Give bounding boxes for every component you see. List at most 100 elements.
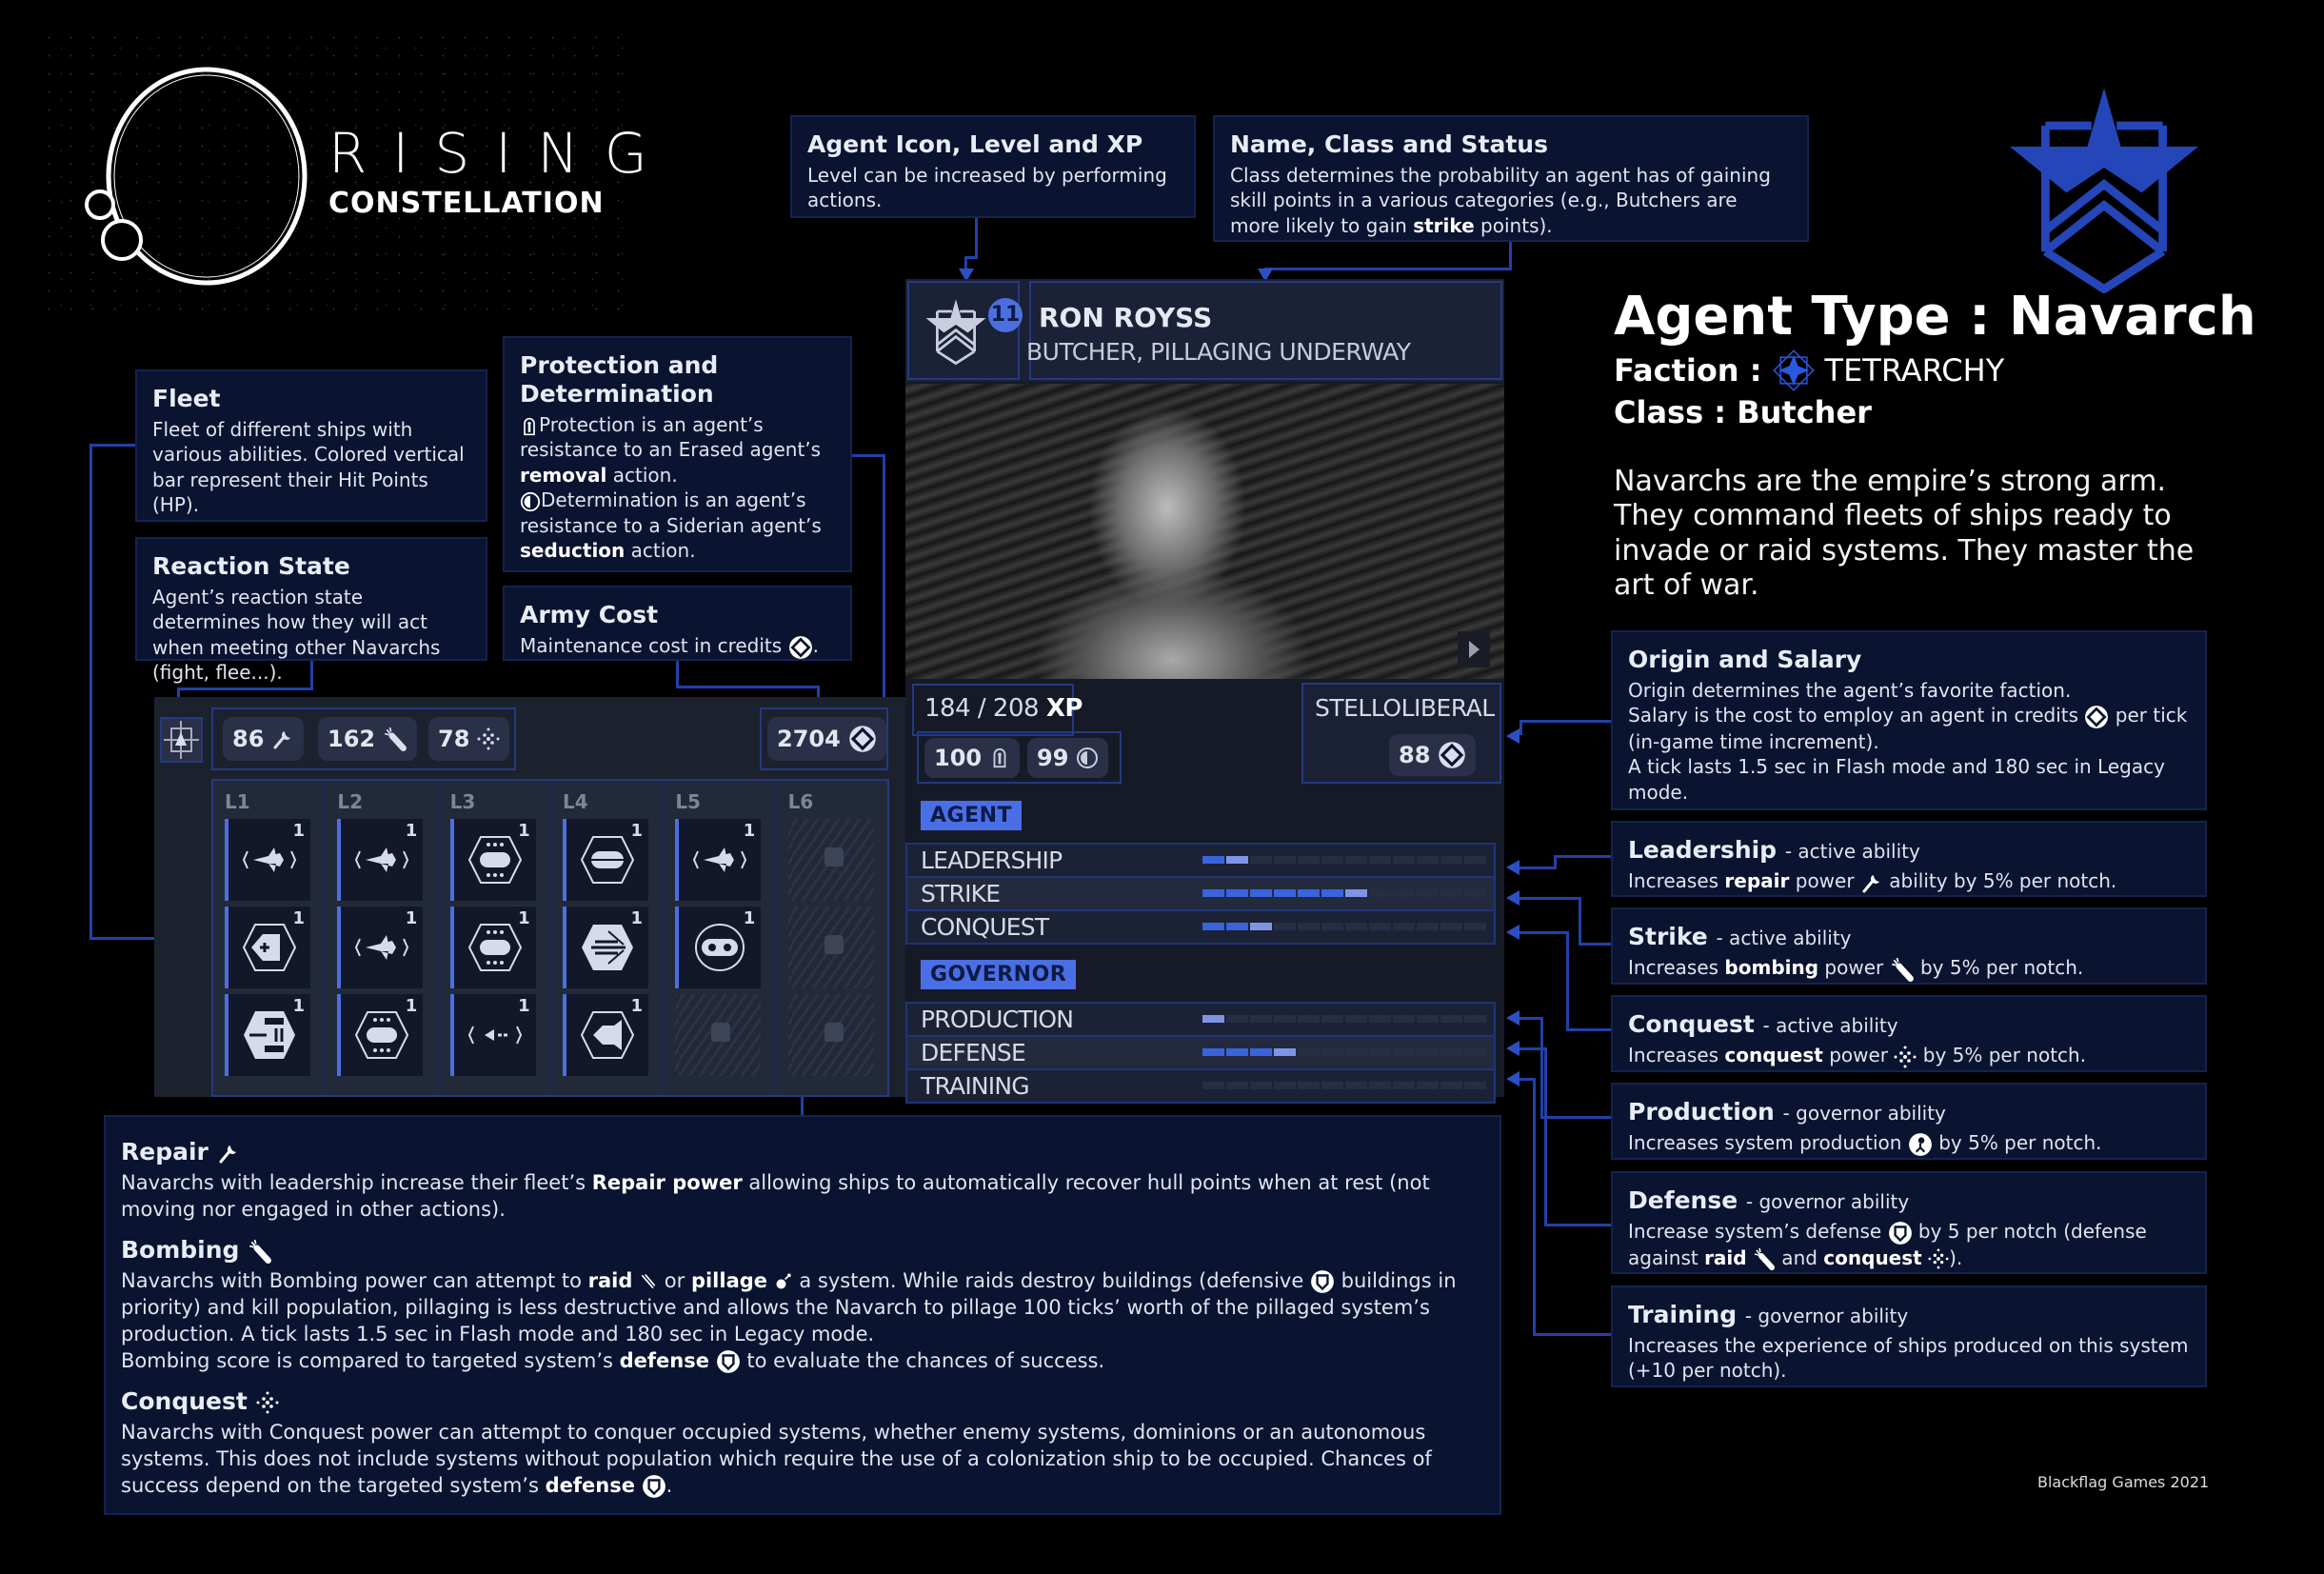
logo-rising: RISING: [328, 121, 673, 186]
destroyer-ship-icon: [581, 925, 633, 970]
ship-slot[interactable]: 1: [562, 994, 648, 1076]
conquest-icon: [1928, 1248, 1949, 1269]
ship-count: 1: [405, 821, 418, 841]
cruiser-ship-icon: [467, 836, 522, 884]
skill-notch-empty: [1417, 923, 1439, 930]
ship-slot[interactable]: 1: [225, 994, 310, 1076]
skill-notch-filled: [1226, 1048, 1248, 1056]
skill-notch-filled: [1298, 889, 1320, 897]
protection-icon: [989, 746, 1010, 770]
skill-notch-empty: [1321, 856, 1343, 864]
skill-notch-empty: [1464, 856, 1486, 864]
skill-notch-empty: [1417, 1082, 1439, 1089]
skill-notch-empty: [1298, 923, 1320, 930]
conquest-icon: [477, 727, 500, 750]
ship-count: 1: [743, 908, 756, 928]
text: - governor ability: [1744, 1305, 1909, 1327]
ship-slot[interactable]: 1: [337, 907, 424, 988]
skill-notch-empty: [1393, 1048, 1415, 1056]
connector: [1566, 1028, 1611, 1031]
text: - governor ability: [1745, 1190, 1910, 1213]
repair-text: Navarchs with leadership increase their …: [121, 1170, 1484, 1223]
ship-slot[interactable]: 1: [562, 819, 648, 901]
xp-unit: XP: [1045, 694, 1083, 723]
skill-notch-filled: [1250, 1048, 1272, 1056]
callout-text: Fleet of different ships with various ab…: [152, 418, 465, 517]
ship-slot[interactable]: 1: [449, 994, 536, 1076]
bombing-stat: 162: [318, 717, 418, 761]
bombing-value: 162: [328, 726, 376, 752]
shield-icon: [1310, 1269, 1335, 1294]
callout-protection: Protection and Determination Protection …: [503, 336, 852, 572]
ship-slot[interactable]: 1: [337, 819, 424, 901]
ship-slot[interactable]: 1: [562, 907, 648, 988]
connector: [1566, 931, 1569, 1031]
arrow: [1506, 890, 1520, 906]
text: Salary is the cost to employ an agent in…: [1628, 704, 2079, 727]
ship-slot[interactable]: 1: [675, 907, 762, 988]
ship-slot[interactable]: 1: [225, 907, 310, 988]
callout-conquest: Conquest - active ability Increases conq…: [1611, 995, 2207, 1072]
skill-notch-filled: [1274, 889, 1296, 897]
connector: [1579, 943, 1611, 946]
agent-type-header: Agent Type : Navarch Faction : TETRARCHY…: [1614, 288, 2256, 604]
text: Navarchs with Bombing power can attempt …: [121, 1269, 588, 1293]
conquest-text: Navarchs with Conquest power can attempt…: [121, 1420, 1484, 1499]
class-label: Class :: [1614, 393, 1727, 430]
faction-name: TETRARCHY: [1824, 351, 2005, 389]
bomb-icon: [1753, 1247, 1776, 1270]
callout-name-class: Name, Class and Status Class determines …: [1213, 115, 1809, 242]
wrench-icon: [271, 727, 294, 750]
skill-notch-filled: [1202, 889, 1224, 897]
connector: [89, 444, 92, 939]
portrait-next-button[interactable]: [1458, 631, 1490, 667]
text: ).: [1949, 1245, 1963, 1269]
arrow: [1506, 1071, 1520, 1086]
callout-text: Increases the experience of ships produc…: [1628, 1334, 2189, 1383]
shield-icon: [1888, 1221, 1913, 1245]
navarch-agent-icon: [923, 294, 989, 369]
bold-text: pillage: [690, 1269, 768, 1293]
frigate-ship-icon: [580, 836, 635, 884]
callout-text: Increases repair power ability by 5% per…: [1628, 868, 2190, 894]
skill-notch-empty: [1250, 1082, 1272, 1089]
skill-notch-empty: [1369, 856, 1391, 864]
skill-row: PRODUCTION: [905, 1002, 1496, 1037]
fleet-column: L2 1 1 1: [326, 781, 439, 1095]
skill-notch-empty: [1464, 1082, 1486, 1089]
connector: [1540, 1116, 1611, 1119]
callout-text: Increase system’s defense by 5 per notch…: [1628, 1219, 2190, 1270]
skill-notch-empty: [1393, 889, 1415, 897]
ship-slot[interactable]: 1: [675, 819, 762, 901]
fighter-ship-icon: [693, 847, 747, 872]
skill-notch-empty: [1440, 923, 1462, 930]
bold-text: strike: [1413, 213, 1475, 237]
ship-count: 1: [292, 996, 305, 1016]
agent-description: Navarchs are the empire’s strong arm. Th…: [1614, 464, 2195, 603]
callout-title: Origin and Salary: [1628, 646, 1862, 673]
ship-slot[interactable]: 1: [449, 907, 536, 988]
protection-determination-box: 100 99: [917, 731, 1122, 784]
ship-slot[interactable]: 1: [337, 994, 424, 1076]
text: A tick lasts 1.5 sec in Flash mode and 1…: [1628, 755, 2165, 804]
callout-origin-salary: Origin and Salary Origin determines the …: [1611, 630, 2207, 810]
chevron-right-icon: [1469, 641, 1480, 658]
skill-label: LEADERSHIP: [921, 847, 1063, 874]
repair-title: Repair: [121, 1138, 1484, 1166]
skill-notch-empty: [1417, 1048, 1439, 1056]
reaction-state-button[interactable]: [160, 717, 203, 763]
fighter-ship-icon: [242, 847, 297, 872]
skill-row: STRIKE: [905, 876, 1496, 911]
skill-notch-empty: [1274, 856, 1296, 864]
ship-slot[interactable]: 1: [449, 819, 536, 901]
ship-slot[interactable]: 1: [225, 819, 310, 901]
skill-notch-filled: [1321, 889, 1343, 897]
medic-ship-icon: [242, 924, 297, 971]
skill-notch-empty: [1393, 1082, 1415, 1089]
text: and: [1775, 1245, 1824, 1269]
tetrarchy-faction-icon: [1772, 349, 1816, 392]
bold-text: seduction: [520, 538, 626, 562]
skill-notch-empty: [1345, 923, 1367, 930]
bold-text: removal: [520, 463, 607, 487]
locked-fleet-slot: [675, 994, 762, 1076]
